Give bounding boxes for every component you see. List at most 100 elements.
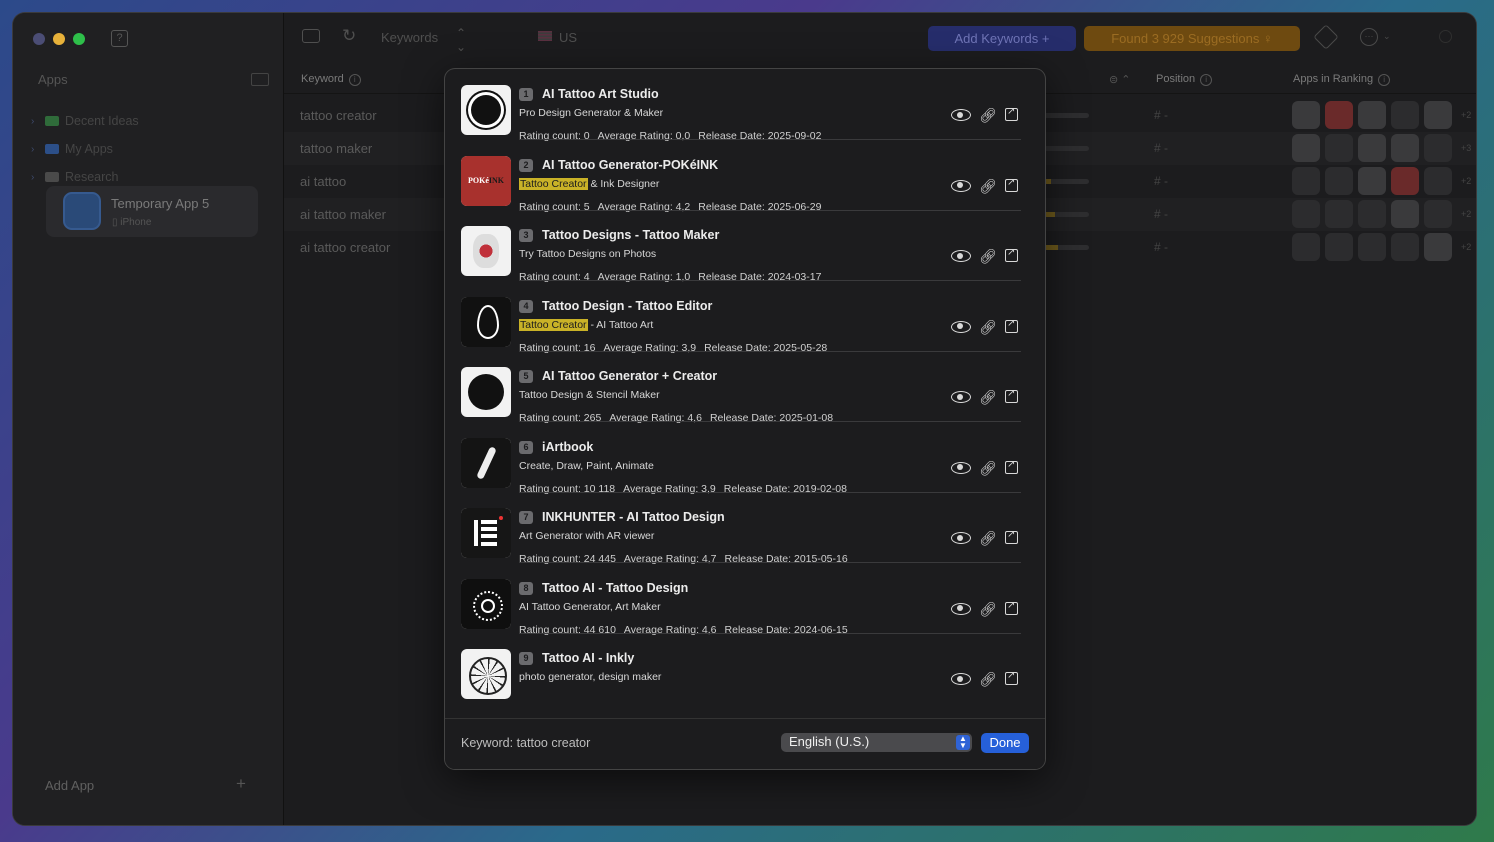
app-icon[interactable]: [1424, 101, 1452, 129]
open-external-icon[interactable]: [1005, 459, 1018, 474]
add-app-plus-icon[interactable]: +: [236, 774, 246, 794]
column-position[interactable]: Position i: [1156, 73, 1213, 86]
app-icon[interactable]: [1391, 167, 1419, 195]
app-title: Tattoo AI - Inkly: [542, 651, 635, 665]
app-icon[interactable]: [1391, 200, 1419, 228]
done-button[interactable]: Done: [981, 733, 1029, 753]
difficulty-bar-fill: [1044, 245, 1058, 250]
open-external-icon[interactable]: [1005, 388, 1018, 403]
eye-icon[interactable]: [951, 673, 971, 685]
app-icon[interactable]: [1391, 101, 1419, 129]
app-icon[interactable]: [1292, 233, 1320, 261]
app-icon[interactable]: [1391, 134, 1419, 162]
app-result-item[interactable]: 8 Tattoo AI - Tattoo Design AI Tattoo Gene…: [461, 564, 1021, 636]
app-icon: [461, 649, 511, 699]
app-icon[interactable]: [1325, 101, 1353, 129]
eye-icon[interactable]: [951, 179, 971, 192]
search-icon[interactable]: [1439, 30, 1452, 43]
country-selector[interactable]: US: [559, 30, 577, 45]
eye-icon[interactable]: [951, 532, 971, 544]
link-icon[interactable]: 🔗︎: [979, 460, 997, 477]
eye-icon[interactable]: [951, 461, 971, 474]
app-icon[interactable]: [1292, 167, 1320, 195]
link-icon[interactable]: 🔗︎: [979, 389, 997, 406]
open-external-icon[interactable]: [1005, 670, 1018, 685]
link-icon[interactable]: 🔗︎: [979, 601, 997, 618]
new-folder-icon[interactable]: [251, 73, 269, 86]
eye-icon[interactable]: [951, 320, 971, 333]
app-icon[interactable]: [1358, 200, 1386, 228]
minimize-window-button[interactable]: [53, 33, 65, 45]
app-icon[interactable]: [1358, 101, 1386, 129]
chevron-down-icon[interactable]: ⌄: [1383, 31, 1391, 42]
keyword-cell: ai tattoo creator: [300, 240, 391, 255]
sidebar-folder-decent-ideas[interactable]: › Decent Ideas: [31, 114, 139, 128]
eye-icon[interactable]: [951, 250, 971, 262]
found-suggestions-button[interactable]: Found 3 929 Suggestions ♀: [1084, 26, 1300, 51]
chevron-updown-icon[interactable]: ⌃ ⌄: [456, 26, 466, 54]
eye-icon[interactable]: [951, 109, 971, 121]
app-result-item[interactable]: 4 Tattoo Design - Tattoo Editor Tattoo Cre…: [461, 282, 1021, 354]
sidebar-folder-research[interactable]: › Research: [31, 170, 119, 184]
open-external-icon[interactable]: [1005, 247, 1018, 262]
app-result-item[interactable]: 7 INKHUNTER - AI Tattoo Design Art Generat…: [461, 493, 1021, 565]
tag-icon[interactable]: [1313, 24, 1339, 50]
column-apps-in-ranking[interactable]: Apps in Ranking i: [1293, 73, 1391, 86]
app-icon[interactable]: [1424, 200, 1452, 228]
eye-icon[interactable]: [951, 602, 971, 615]
eye-icon[interactable]: [951, 391, 971, 403]
app-icon[interactable]: [1292, 101, 1320, 129]
refresh-icon[interactable]: ↻: [342, 26, 356, 46]
app-icon[interactable]: [1292, 200, 1320, 228]
more-apps-count: +2: [1461, 242, 1472, 252]
app-icon[interactable]: [1358, 167, 1386, 195]
app-result-item[interactable]: 1 AI Tattoo Art Studio Pro Design Generato…: [461, 70, 1021, 142]
link-icon[interactable]: 🔗︎: [979, 178, 997, 195]
help-icon[interactable]: ?: [111, 30, 128, 47]
app-result-item[interactable]: 9 Tattoo AI - Inkly photo generator, desig…: [461, 634, 1021, 704]
link-icon[interactable]: 🔗︎: [979, 530, 997, 547]
app-result-item[interactable]: POKéINK 2 AI Tattoo Generator-POKéINK Tatto…: [461, 141, 1021, 213]
app-icon[interactable]: [1358, 134, 1386, 162]
column-sort[interactable]: ⊜ ⌃: [1109, 73, 1131, 86]
link-icon[interactable]: 🔗︎: [979, 671, 997, 688]
more-options-icon[interactable]: ···: [1360, 28, 1378, 46]
ranking-app-icons: [1292, 233, 1452, 261]
add-app-label[interactable]: Add App: [45, 778, 94, 793]
rank-number: 8: [519, 581, 533, 595]
app-icon[interactable]: [1325, 134, 1353, 162]
mode-selector[interactable]: Keywords: [381, 30, 438, 45]
app-icon[interactable]: [1424, 167, 1452, 195]
open-external-icon[interactable]: [1005, 177, 1018, 192]
app-icon[interactable]: [1292, 134, 1320, 162]
language-select[interactable]: English (U.S.) ▲ ▼: [781, 733, 972, 752]
app-icon[interactable]: [1325, 200, 1353, 228]
app-result-item[interactable]: 3 Tattoo Designs - Tattoo Maker Try Tattoo…: [461, 211, 1021, 283]
app-icon[interactable]: [1325, 233, 1353, 261]
difficulty-bar: [1044, 179, 1089, 184]
open-external-icon[interactable]: [1005, 529, 1018, 544]
app-name: Temporary App 5: [111, 196, 210, 211]
selected-app-card[interactable]: Temporary App 5 ▯ iPhone: [46, 186, 258, 237]
app-icon[interactable]: [1391, 233, 1419, 261]
open-external-icon[interactable]: [1005, 106, 1018, 121]
add-keywords-button[interactable]: Add Keywords +: [928, 26, 1076, 51]
sidebar-folder-my-apps[interactable]: › My Apps: [31, 142, 113, 156]
app-result-item[interactable]: 6 iArtbook Create, Draw, Paint, Animate Rat…: [461, 423, 1021, 495]
app-icon[interactable]: [1325, 167, 1353, 195]
open-external-icon[interactable]: [1005, 600, 1018, 615]
app-icon[interactable]: [1424, 233, 1452, 261]
app-icon[interactable]: [1358, 233, 1386, 261]
app-result-item[interactable]: 5 AI Tattoo Generator + Creator Tattoo Des…: [461, 352, 1021, 424]
link-icon[interactable]: 🔗︎: [979, 248, 997, 265]
close-window-button[interactable]: [33, 33, 45, 45]
column-keyword[interactable]: Keyword i: [301, 73, 361, 86]
app-icon[interactable]: [1424, 134, 1452, 162]
maximize-window-button[interactable]: [73, 33, 85, 45]
link-icon[interactable]: 🔗︎: [979, 107, 997, 124]
app-results-list[interactable]: 1 AI Tattoo Art Studio Pro Design Generato…: [445, 69, 1045, 719]
link-icon[interactable]: 🔗︎: [979, 319, 997, 336]
app-title: AI Tattoo Generator + Creator: [542, 369, 718, 383]
open-external-icon[interactable]: [1005, 318, 1018, 333]
sidebar-toggle-icon[interactable]: [302, 29, 320, 43]
